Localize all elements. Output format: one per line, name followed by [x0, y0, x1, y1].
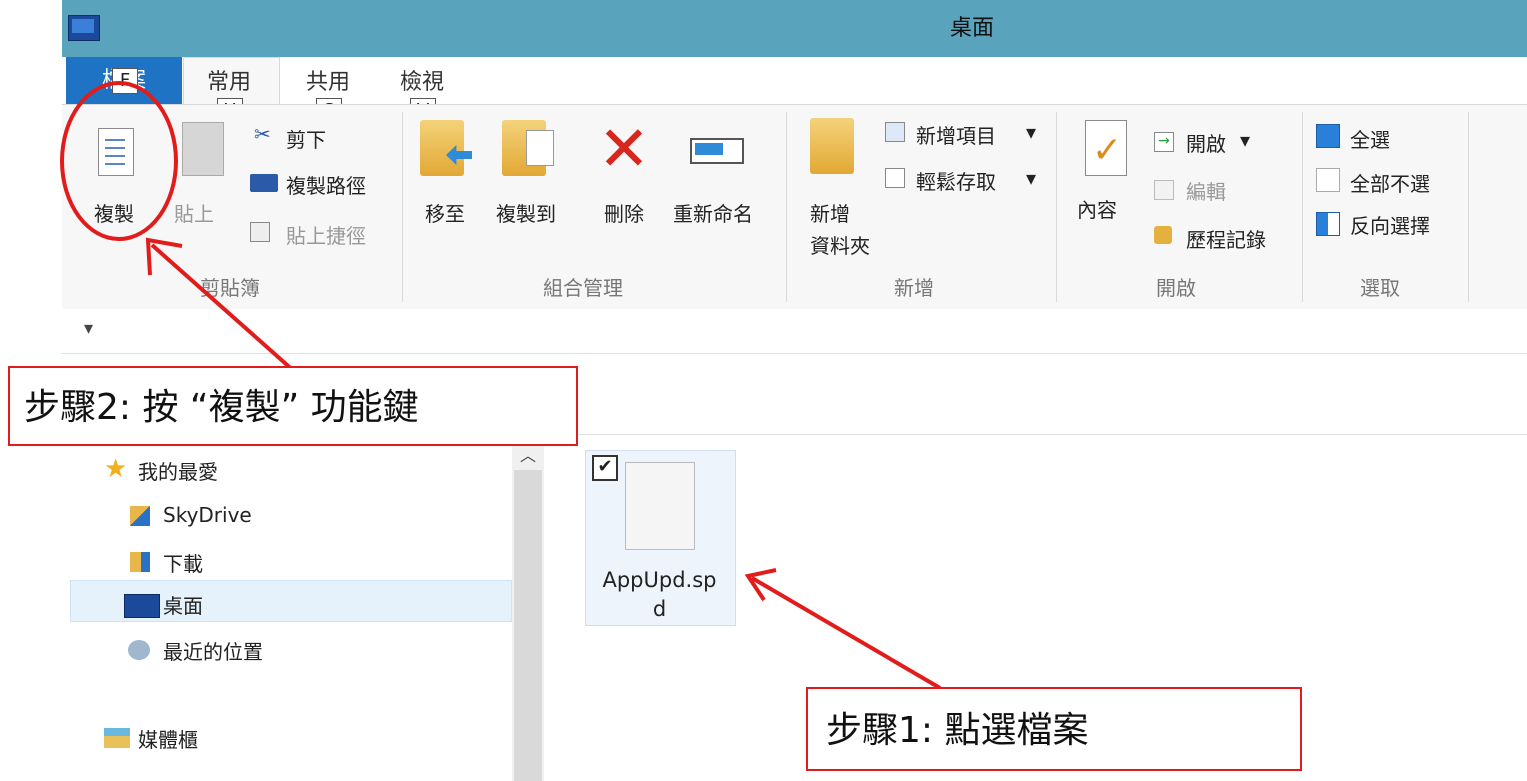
arrow-to-file	[750, 576, 942, 690]
arrow-to-copy-button	[150, 243, 297, 374]
callout-step-2: 步驟2: 按 “複製” 功能鍵	[8, 366, 578, 446]
callout-step-1: 步驟1: 點選檔案	[806, 687, 1302, 771]
